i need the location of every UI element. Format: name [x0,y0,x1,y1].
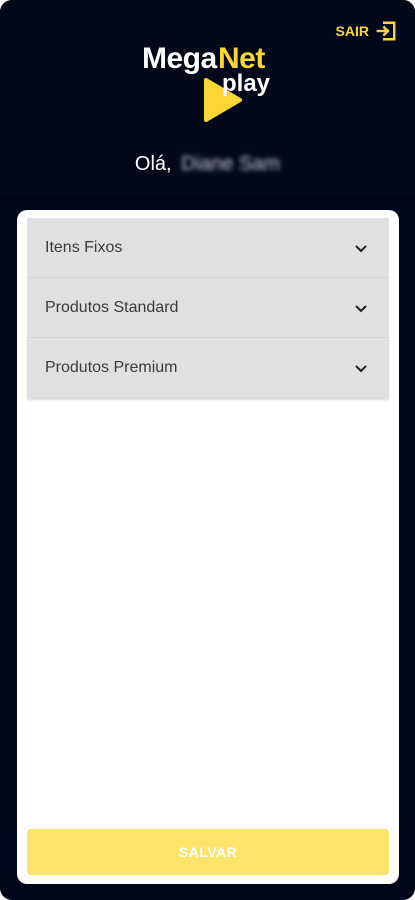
greeting: Olá, Diane Sam [0,152,415,176]
accordion: Itens Fixos Produtos Standard Produtos P… [27,218,389,398]
header: SAIR Mega Net play Olá, Diane Sam [0,0,415,195]
accordion-item-itens-fixos[interactable]: Itens Fixos [27,218,389,278]
greeting-prefix: Olá, [134,153,172,175]
accordion-item-label: Produtos Standard [45,298,179,316]
user-name: Diane Sam [181,153,281,175]
accordion-item-produtos-standard[interactable]: Produtos Standard [27,278,389,338]
logout-icon [375,20,397,42]
save-button[interactable]: SALVAR [27,829,389,875]
logout-label: SAIR [335,23,369,39]
accordion-item-label: Itens Fixos [45,238,123,256]
logo-word-mega: Mega [142,42,217,75]
app-screen: SAIR Mega Net play Olá, Diane Sam Itens … [0,0,415,900]
chevron-down-icon [355,365,367,373]
chevron-down-icon [355,244,367,252]
logo-word-play: play [222,70,271,97]
accordion-item-label: Produtos Premium [45,359,178,376]
accordion-item-produtos-premium[interactable]: Produtos Premium [27,338,389,398]
content-card: Itens Fixos Produtos Standard Produtos P… [17,210,399,884]
meganet-play-logo: Mega Net play [140,42,280,128]
logout-button[interactable]: SAIR [336,20,397,42]
chevron-down-icon [355,304,367,312]
